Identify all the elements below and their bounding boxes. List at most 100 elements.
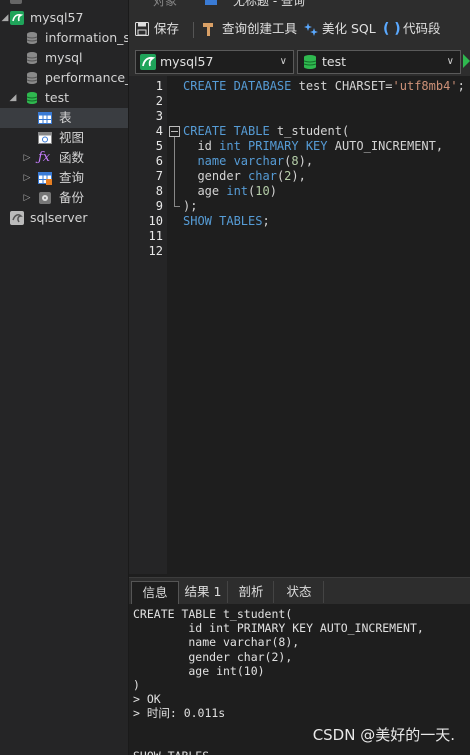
code-line: id int PRIMARY KEY AUTO_INCREMENT, bbox=[183, 139, 443, 154]
mysql-connection-icon bbox=[140, 54, 156, 70]
tree-item-label: 视图 bbox=[59, 130, 85, 145]
code-token: ), bbox=[298, 154, 314, 168]
tab-strip: 对象 无标题 - 查询 bbox=[129, 0, 470, 12]
code-line: gender char(2), bbox=[183, 169, 305, 184]
code-line: CREATE TABLE t_student( bbox=[183, 124, 349, 139]
tree-item-mysql-db[interactable]: mysql bbox=[0, 48, 128, 68]
result-line: SHOW TABLES bbox=[133, 749, 209, 755]
tree-item-label: 函数 bbox=[59, 150, 85, 165]
tree-item-label: mysql57 bbox=[30, 10, 84, 25]
tab-profile[interactable]: 剖析 bbox=[229, 581, 274, 603]
line-number: 7 bbox=[155, 169, 163, 183]
query-builder-label: 查询创建工具 bbox=[222, 21, 298, 36]
expand-arrow-icon[interactable]: ▷ bbox=[22, 148, 32, 168]
tab-info[interactable]: 信息 bbox=[131, 581, 179, 604]
line-number: 4 bbox=[155, 124, 163, 138]
result-line: CREATE TABLE t_student( bbox=[133, 607, 293, 621]
query-tab-icon bbox=[205, 0, 217, 5]
fold-toggle-icon[interactable] bbox=[169, 126, 180, 137]
code-token: AUTO_INCREMENT, bbox=[334, 139, 444, 153]
sparkle-icon bbox=[304, 22, 318, 36]
tree-item-label: 备份 bbox=[59, 190, 85, 205]
line-number: 10 bbox=[148, 214, 163, 228]
code-token: varchar bbox=[233, 154, 285, 168]
tree-item-views[interactable]: 视图 bbox=[0, 128, 128, 148]
database-select[interactable]: test ∨ bbox=[297, 50, 461, 74]
result-line: age int(10) bbox=[133, 663, 265, 678]
code-token: CREATE TABLE bbox=[183, 124, 277, 138]
beautify-sql-label: 美化 SQL bbox=[322, 21, 376, 36]
fold-guide-end bbox=[174, 206, 180, 207]
tree-item-test[interactable]: ◢ test bbox=[0, 88, 128, 108]
tree-item-functions[interactable]: ▷ ƒx 函数 bbox=[0, 148, 128, 168]
result-line: id int PRIMARY KEY AUTO_INCREMENT, bbox=[133, 621, 424, 636]
code-token: id bbox=[183, 139, 220, 153]
expand-arrow-icon[interactable]: ▷ bbox=[22, 188, 32, 208]
connection-icon bbox=[10, 0, 22, 4]
code-token: t_student( bbox=[276, 124, 350, 138]
database-icon bbox=[25, 31, 39, 45]
run-icon[interactable] bbox=[463, 54, 470, 68]
line-number: 8 bbox=[155, 184, 163, 198]
code-snippet-label: 代码段 bbox=[403, 21, 441, 36]
tree-item-mysql57[interactable]: ◢ mysql57 bbox=[0, 8, 128, 28]
code-token: int bbox=[226, 184, 249, 198]
braces-icon: ( ) bbox=[383, 21, 401, 37]
expand-arrow-icon[interactable]: ◢ bbox=[0, 8, 10, 28]
line-number: 9 bbox=[155, 199, 163, 213]
connection-select[interactable]: mysql57 ∨ bbox=[135, 50, 294, 74]
tree-item-information-schema[interactable]: information_sc bbox=[0, 28, 128, 48]
database-icon bbox=[25, 71, 39, 85]
tree-item-performance-schema[interactable]: performance_s bbox=[0, 68, 128, 88]
result-line: name varchar(8), bbox=[133, 635, 300, 650]
code-token: int PRIMARY KEY bbox=[219, 139, 335, 153]
toolbar-separator bbox=[193, 22, 194, 38]
function-icon: ƒx bbox=[38, 150, 51, 165]
table-icon bbox=[38, 111, 52, 125]
code-token: ; bbox=[262, 214, 270, 228]
sql-editor[interactable]: 1 2 3 4 5 6 7 8 9 10 11 12 CREATE DATABASE test CHA… bbox=[129, 76, 470, 574]
connection-value: mysql57 bbox=[160, 54, 214, 69]
code-token: SHOW TABLES bbox=[183, 214, 263, 228]
database-icon bbox=[25, 51, 39, 65]
code-token: name bbox=[183, 154, 234, 168]
mysql-connection-icon bbox=[10, 11, 24, 25]
chevron-down-icon: ∨ bbox=[446, 56, 454, 67]
editor-toolbar: 保存 查询创建工具 美化 SQL ( ) 代码段 bbox=[129, 12, 470, 46]
tab-status[interactable]: 状态 bbox=[275, 581, 324, 603]
code-token: gender bbox=[183, 169, 249, 183]
tree-item-sqlserver[interactable]: sqlserver bbox=[0, 208, 128, 228]
database-green-icon bbox=[25, 91, 39, 105]
code-token: ); bbox=[183, 199, 198, 213]
tree-item-label: information_sc bbox=[45, 30, 129, 45]
result-line: ) bbox=[133, 678, 140, 692]
code-token: ; bbox=[457, 79, 465, 93]
code-token: 'utf8mb4' bbox=[392, 79, 458, 93]
tab-objects[interactable]: 对象 bbox=[153, 0, 177, 9]
code-token: age bbox=[183, 184, 227, 198]
tab-untitled-query[interactable]: 无标题 - 查询 bbox=[233, 0, 305, 9]
line-number: 3 bbox=[155, 109, 163, 123]
expand-arrow-icon[interactable]: ▷ bbox=[22, 168, 32, 188]
tree-item-label: mysql bbox=[45, 50, 83, 65]
result-line: > OK bbox=[133, 692, 161, 707]
tree-item-tables[interactable]: 表 bbox=[0, 108, 128, 128]
backup-icon bbox=[38, 191, 52, 205]
tree-item-label: 查询 bbox=[59, 170, 85, 185]
tree-item-backups[interactable]: ▷ 备份 bbox=[0, 188, 128, 208]
tree-item-queries[interactable]: ▷ 查询 bbox=[0, 168, 128, 188]
code-token: char bbox=[248, 169, 277, 183]
code-token: CREATE DATABASE bbox=[183, 79, 299, 93]
line-number: 5 bbox=[155, 139, 163, 153]
result-line: gender char(2), bbox=[133, 649, 293, 664]
result-tab-bar: 信息 结果 1 剖析 状态 bbox=[129, 577, 470, 605]
line-number: 6 bbox=[155, 154, 163, 168]
view-icon bbox=[38, 131, 52, 145]
save-label: 保存 bbox=[154, 21, 180, 36]
tree-item-label: 表 bbox=[59, 110, 72, 125]
tab-result-1[interactable]: 结果 1 bbox=[179, 581, 228, 603]
code-line: CREATE DATABASE test CHARSET='utf8mb4'; bbox=[183, 79, 465, 94]
expand-arrow-icon[interactable]: ◢ bbox=[8, 88, 18, 108]
code-line: ); bbox=[183, 199, 197, 214]
save-icon bbox=[135, 22, 149, 36]
